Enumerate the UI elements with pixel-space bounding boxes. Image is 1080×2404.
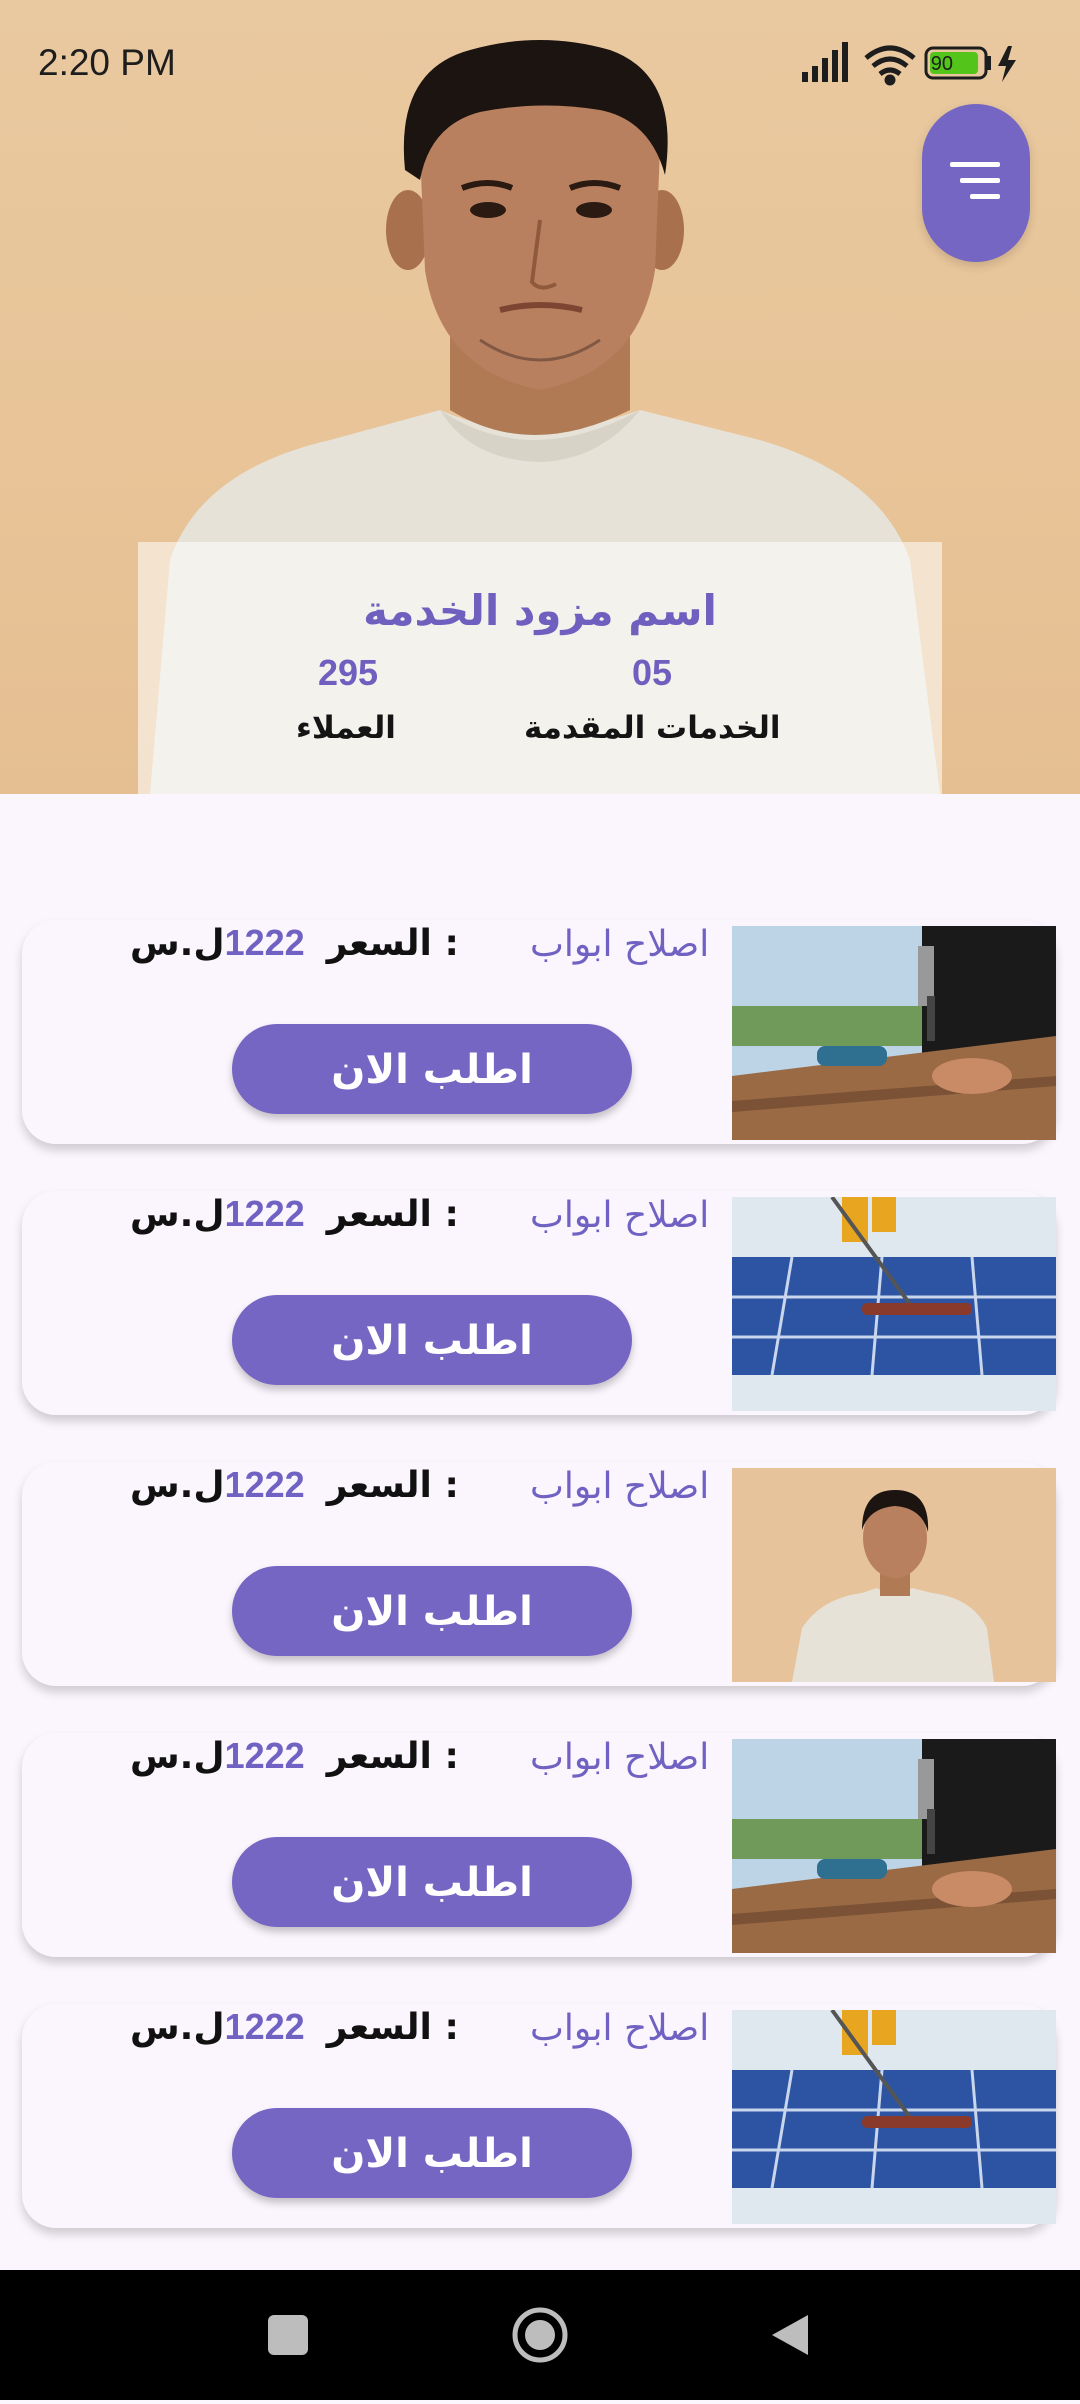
wifi-icon [864,45,916,86]
clients-count: 295 [318,652,379,693]
recents-icon [268,2315,308,2355]
price-value: 1222 [224,2006,305,2047]
signal-icon [802,42,848,82]
clients-label: العملاء [296,710,396,746]
order-now-button[interactable]: اطلب الان [232,1295,632,1385]
carpenter-hammer-image [732,1739,1056,1953]
order-now-button[interactable]: اطلب الان [232,1024,632,1114]
price-row: ل.س 1222 السعر : [130,1464,459,1506]
provider-name: اسم مزود الخدمة [363,586,717,635]
service-title: اصلاح ابواب [530,2008,710,2049]
filter-menu-icon [950,162,1000,199]
system-navigation-bar [0,2270,1080,2400]
price-label: السعر : [326,1736,459,1777]
service-title: اصلاح ابواب [530,1195,710,1236]
service-title: اصلاح ابواب [530,924,710,965]
service-card[interactable]: اصلاح ابواب ل.س 1222 السعر : اطلب الان [22,1462,1056,1686]
service-card[interactable]: اصلاح ابواب ل.س 1222 السعر : اطلب الان [22,2004,1056,2228]
price-value: 1222 [224,1735,305,1776]
solar-panel-cleaning-image [732,2010,1056,2224]
price-row: ل.س 1222 السعر : [130,922,459,964]
price-value: 1222 [224,922,305,963]
price-currency: ل.س [130,1465,225,1506]
service-title: اصلاح ابواب [530,1466,710,1507]
service-card[interactable]: اصلاح ابواب ل.س 1222 السعر : اطلب الان [22,920,1056,1144]
carpenter-hammer-image [732,926,1056,1140]
price-label: السعر : [326,1465,459,1506]
provider-portrait-image [732,1468,1056,1682]
service-title: اصلاح ابواب [530,1737,710,1778]
battery-level: 90 [930,53,953,75]
status-bar: 2:20 PM 90 [0,0,1080,130]
status-time: 2:20 PM [38,42,176,83]
order-now-button[interactable]: اطلب الان [232,1837,632,1927]
service-card[interactable]: اصلاح ابواب ل.س 1222 السعر : اطلب الان [22,1733,1056,1957]
price-row: ل.س 1222 السعر : [130,1735,459,1777]
price-value: 1222 [224,1464,305,1505]
price-currency: ل.س [130,1736,225,1777]
service-card[interactable]: اصلاح ابواب ل.س 1222 السعر : اطلب الان [22,1191,1056,1415]
charging-icon [998,46,1016,82]
order-now-button[interactable]: اطلب الان [232,2108,632,2198]
price-value: 1222 [224,1193,305,1234]
price-currency: ل.س [130,2007,225,2048]
services-count: 05 [632,652,673,693]
status-icons [802,42,1016,86]
price-currency: ل.س [130,923,225,964]
price-label: السعر : [326,1194,459,1235]
menu-button[interactable] [922,104,1030,262]
solar-panel-cleaning-image [732,1197,1056,1411]
price-row: ل.س 1222 السعر : [130,2006,459,2048]
price-label: السعر : [326,2007,459,2048]
price-label: السعر : [326,923,459,964]
services-label: الخدمات المقدمة [524,710,781,746]
back-icon [772,2315,808,2355]
price-row: ل.س 1222 السعر : [130,1193,459,1235]
provider-info-panel: اسم مزود الخدمة 05 الخدمات المقدمة 295 ا… [138,542,942,794]
price-currency: ل.س [130,1194,225,1235]
provider-header: 2:20 PM 90 اسم مزود الخدمة 05 الخدمات ال… [0,0,1080,794]
order-now-button[interactable]: اطلب الان [232,1566,632,1656]
